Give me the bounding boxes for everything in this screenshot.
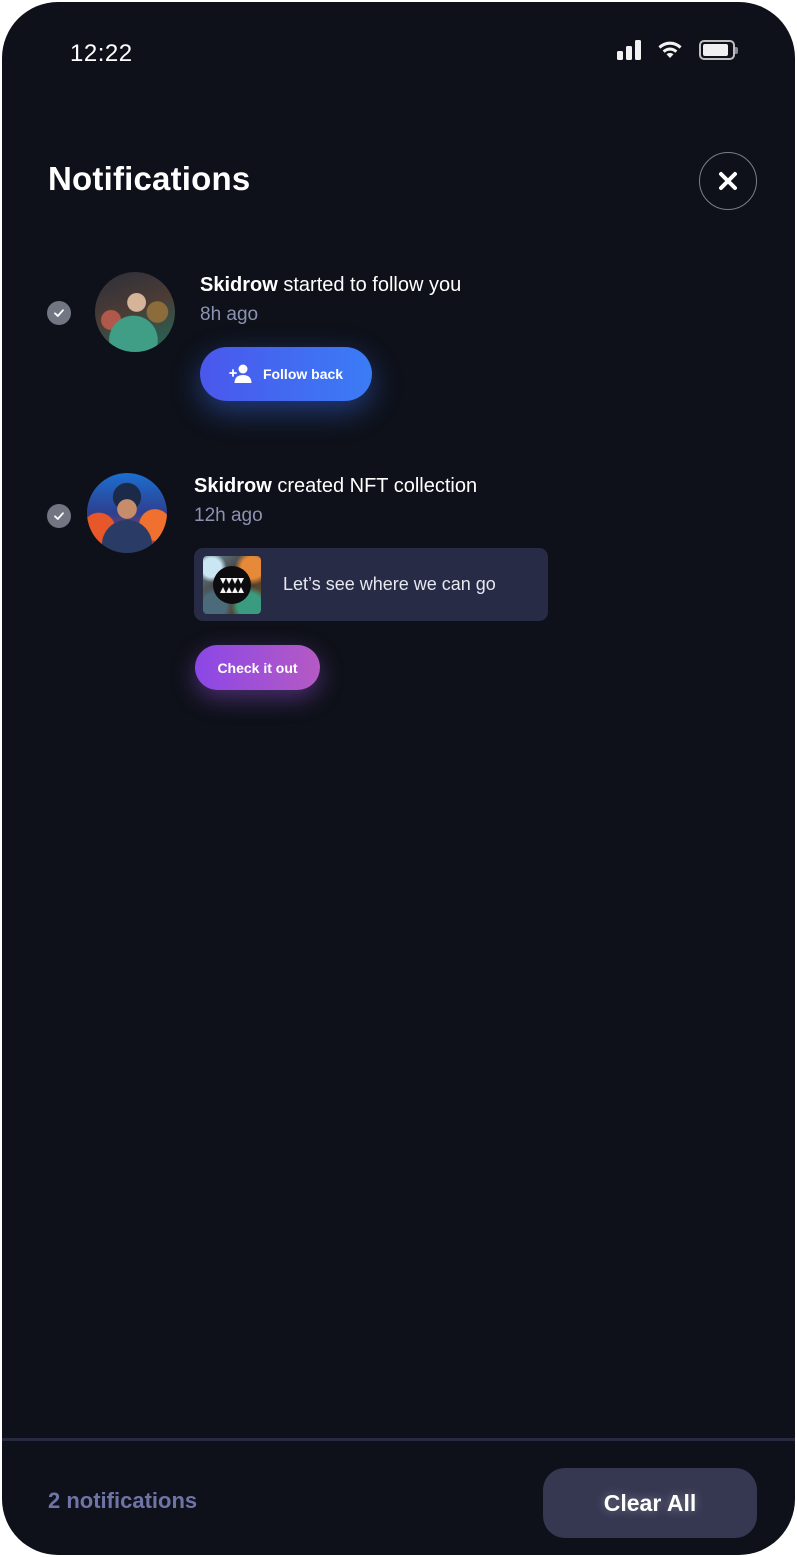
read-check-icon <box>47 301 71 325</box>
read-check-icon <box>47 504 71 528</box>
notification-action: started to follow you <box>277 274 462 296</box>
wifi-icon <box>658 41 682 58</box>
page-title: Notifications <box>48 160 251 197</box>
close-icon <box>719 172 737 190</box>
footer-divider <box>2 1438 795 1441</box>
notification-time: 8h ago <box>200 304 259 325</box>
notification-text: Skidrow created NFT collection <box>194 475 477 498</box>
notification-user[interactable]: Skidrow <box>194 475 272 497</box>
notification-count: 2 notifications <box>48 1488 198 1513</box>
battery-icon <box>699 40 738 60</box>
avatar[interactable] <box>87 473 167 553</box>
cellular-signal-icon <box>617 40 641 60</box>
battery-level <box>703 44 729 56</box>
check-it-out-button[interactable]: Check it out <box>195 645 320 690</box>
add-user-icon <box>229 364 252 383</box>
notification-action: created NFT collection <box>271 475 478 497</box>
close-button[interactable] <box>699 152 757 210</box>
status-time: 12:22 <box>70 40 133 67</box>
collection-thumbnail <box>203 555 261 614</box>
notification-text: Skidrow started to follow you <box>200 274 461 297</box>
follow-back-button[interactable]: Follow back <box>200 347 372 401</box>
collection-title: Let’s see where we can go <box>283 574 496 594</box>
phone-screen: 12:22 Notifications Skidrow started to f… <box>2 2 795 1555</box>
follow-back-label: Follow back <box>262 366 344 382</box>
clear-all-label: Clear All <box>603 1489 697 1516</box>
monster-mouth-icon <box>213 565 251 604</box>
check-it-out-label: Check it out <box>217 659 298 676</box>
clear-all-button[interactable]: Clear All <box>543 1468 757 1538</box>
notification-user[interactable]: Skidrow <box>200 274 278 296</box>
notification-time: 12h ago <box>194 505 263 526</box>
status-icons <box>617 40 738 60</box>
nft-collection-card[interactable]: Let’s see where we can go <box>194 548 548 621</box>
avatar[interactable] <box>95 272 175 352</box>
